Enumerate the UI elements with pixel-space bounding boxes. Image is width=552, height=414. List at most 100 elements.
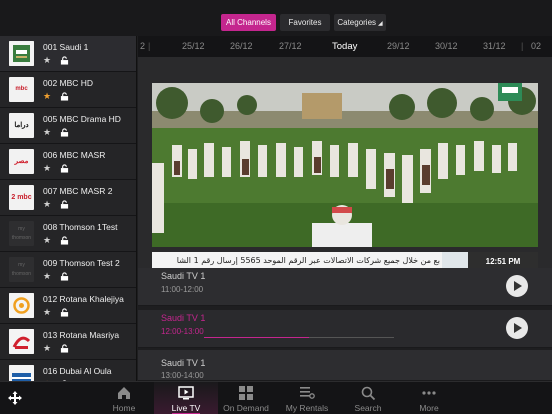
programme-progress-bar [204,337,394,338]
favorites-tab[interactable]: Favorites [280,14,330,31]
tab-label: Search [354,403,382,413]
tab-live-tv[interactable]: Live TV [154,382,218,414]
date-item[interactable]: 26/12 [230,41,253,51]
channel-row[interactable]: 012 Rotana Khalejiya ★ [0,288,136,324]
channel-row[interactable]: 2 mbc 007 MBC MASR 2 ★ [0,180,136,216]
channel-logo [9,329,34,354]
channel-name: 005 MBC Drama HD [43,114,121,124]
tab-more[interactable]: More [397,382,461,414]
channel-row[interactable]: mbc 002 MBC HD ★ [0,72,136,108]
channel-name: 008 Thomson 1Test [43,222,118,232]
separator: | [521,41,524,51]
date-item[interactable]: 29/12 [387,41,410,51]
unlock-icon [60,344,69,353]
date-item[interactable]: 25/12 [182,41,205,51]
channel-row[interactable]: my thomson 008 Thomson 1Test ★ [0,216,136,252]
channel-logo: مصر [9,149,34,174]
unlock-icon [60,308,69,317]
filter-bar: All Channels Favorites Categories ◢ [0,0,552,36]
programme-title: Saudi TV 1 [161,358,206,368]
channel-list[interactable]: 001 Saudi 1 ★ mbc 002 MBC HD ★ دراما 005… [0,36,137,381]
app-root: All Channels Favorites Categories ◢ 001 S… [0,0,552,414]
categories-dropdown[interactable]: Categories ◢ [334,14,386,31]
more-icon [422,391,436,395]
video-frame[interactable] [152,83,538,247]
programme-time: 11:00-12:00 [161,285,204,294]
programme-row[interactable]: Saudi TV 1 11:00-12:00 [138,268,552,306]
programme-title: Saudi TV 1 [161,271,206,281]
grid-icon [239,386,253,400]
move-icon[interactable] [8,391,22,405]
channel-row[interactable]: my thomson 009 Thomson Test 2 ★ [0,252,136,288]
star-icon[interactable]: ★ [43,307,51,318]
bottom-tab-bar: Home Live TV On Demand My Rentals Search… [0,381,552,414]
play-button[interactable] [506,275,528,297]
date-prev-partial[interactable]: 2 [140,41,145,51]
channel-row[interactable]: 016 Dubai Al Oula ★ [0,360,136,381]
channel-logo [9,41,34,66]
all-channels-tab[interactable]: All Channels [221,14,276,31]
caret-down-icon: ◢ [378,21,383,27]
channel-logo: my thomson [9,257,34,282]
date-item[interactable]: 30/12 [435,41,458,51]
channel-name: 007 MBC MASR 2 [43,186,113,196]
channel-name: 002 MBC HD [43,78,94,88]
channel-row[interactable]: مصر 006 MBC MASR ★ [0,144,136,180]
date-next-partial[interactable]: 02 [531,41,541,51]
star-icon[interactable]: ★ [43,163,51,174]
tab-search[interactable]: Search [336,382,400,414]
star-icon[interactable]: ★ [43,55,51,66]
unlock-icon [60,164,69,173]
star-icon[interactable]: ★ [43,235,51,246]
channel-name: 009 Thomson Test 2 [43,258,120,268]
tab-label: Home [112,403,136,413]
channel-row[interactable]: دراما 005 MBC Drama HD ★ [0,108,136,144]
categories-label: Categories [337,18,377,27]
separator: | [148,41,151,51]
tab-label: More [419,403,439,413]
date-item[interactable]: 31/12 [483,41,506,51]
channel-row[interactable]: 001 Saudi 1 ★ [0,36,136,72]
channel-name: 006 MBC MASR [43,150,106,160]
unlock-icon [60,200,69,209]
ticker-text: بع من خلال جميع شركات الاتصالات عبر الرق… [176,256,440,265]
star-icon[interactable]: ★ [43,127,51,138]
programme-row[interactable]: Saudi TV 1 13:00-14:00 [138,350,552,381]
list-icon [300,387,315,399]
tv-icon [178,386,194,400]
tab-home[interactable]: Home [92,382,156,414]
unlock-icon [60,272,69,281]
unlock-icon [60,236,69,245]
tab-on-demand[interactable]: On Demand [214,382,278,414]
channel-logo [9,365,34,381]
date-strip[interactable]: 2 | 25/12 26/12 27/12 Today 29/12 30/12 … [138,36,552,57]
search-icon [361,386,376,401]
channel-name: 001 Saudi 1 [43,42,89,52]
date-item[interactable]: 27/12 [279,41,302,51]
date-item-today[interactable]: Today [332,41,357,52]
channel-name: 012 Rotana Khalejiya [43,294,124,304]
tab-label: Live TV [171,403,201,413]
programme-time: 13:00-14:00 [161,371,204,380]
star-icon[interactable]: ★ [43,199,51,210]
video-scene [152,83,538,247]
play-button[interactable] [506,317,528,339]
star-icon[interactable]: ★ [43,343,51,354]
channel-logo [9,293,34,318]
unlock-icon [60,56,69,65]
unlock-icon [60,92,69,101]
star-icon[interactable]: ★ [43,91,51,102]
channel-name: 013 Rotana Masriya [43,330,120,340]
tab-my-rentals[interactable]: My Rentals [275,382,339,414]
channel-logo: دراما [9,113,34,138]
programme-time: 12:00-13:00 [161,327,204,336]
channel-logo: my thomson [9,221,34,246]
channel-row[interactable]: 013 Rotana Masriya ★ [0,324,136,360]
channel-logo: mbc [9,77,34,102]
star-icon[interactable]: ★ [43,271,51,282]
tab-label: My Rentals [285,403,329,413]
programme-row-current[interactable]: Saudi TV 1 12:00-13:00 [138,310,552,348]
tab-label: On Demand [223,403,269,413]
home-icon [118,387,130,399]
video-player[interactable]: بع من خلال جميع شركات الاتصالات عبر الرق… [138,57,552,275]
